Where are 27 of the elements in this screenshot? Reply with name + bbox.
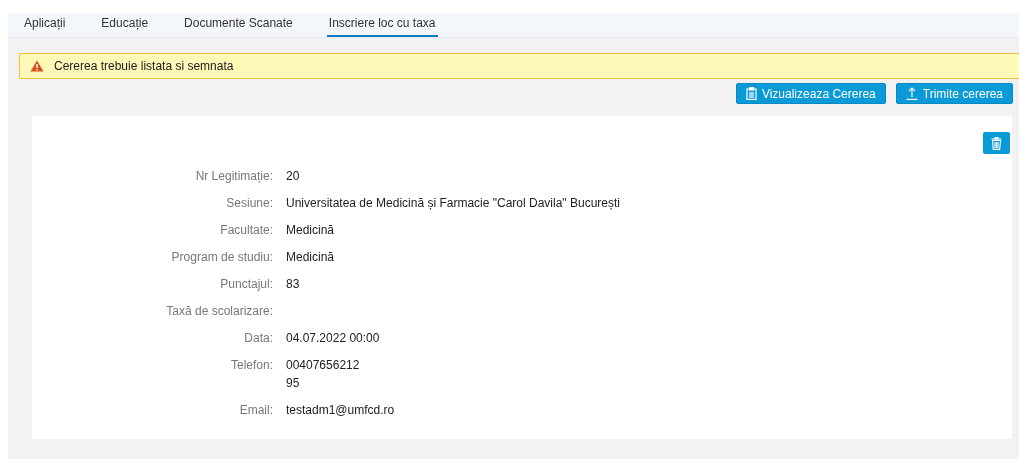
- field-value: Medicină: [286, 249, 336, 266]
- tab[interactable]: Documente Scanate: [182, 13, 295, 37]
- field-value: testadm1@umfcd.ro: [286, 402, 396, 419]
- field-label: Data:: [243, 330, 273, 347]
- field-value: 83: [286, 276, 301, 293]
- tab[interactable]: Aplicații: [22, 13, 68, 37]
- field-value: Universitatea de Medicină și Farmacie "Carol Davila" București: [286, 195, 621, 212]
- field-value: 04.07.2022 00:00: [286, 330, 381, 347]
- field-value: 20: [286, 168, 301, 185]
- trash-icon: [991, 136, 1002, 150]
- field-label: Telefon:: [229, 357, 273, 374]
- field-value: Medicină: [286, 222, 336, 239]
- field-label: Punctajul:: [219, 276, 273, 293]
- field-label: Facultate:: [219, 222, 273, 239]
- field-label: Taxă de scolarizare:: [165, 303, 273, 320]
- warning-icon: [30, 60, 44, 72]
- field-label: Sesiune:: [225, 195, 273, 212]
- field-label: Nr Legitimație:: [194, 168, 273, 185]
- field-label: Email:: [238, 402, 273, 419]
- field-value: 00407656212 95: [286, 357, 361, 392]
- field-label: Program de studiu:: [170, 249, 273, 266]
- clipboard-icon: [745, 87, 757, 100]
- upload-icon: [905, 87, 918, 100]
- delete-button[interactable]: [983, 132, 1010, 154]
- tab[interactable]: Educație: [99, 13, 151, 37]
- tab[interactable]: Inscriere loc cu taxa: [326, 13, 438, 37]
- warning-message: Cererea trebuie listata si semnata: [54, 59, 234, 73]
